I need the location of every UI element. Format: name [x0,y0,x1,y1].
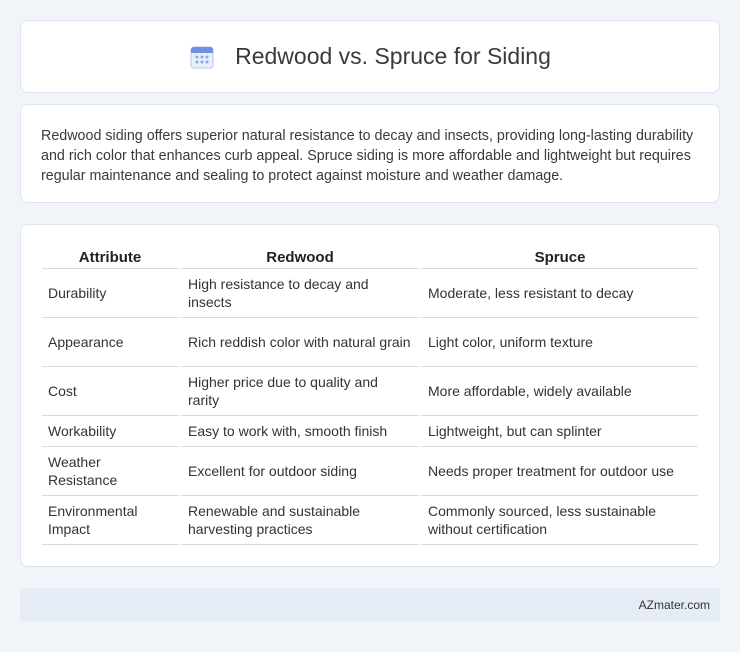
table-row: Workability Easy to work with, smooth fi… [42,416,698,447]
comparison-card: Attribute Redwood Spruce Durability High… [20,224,720,567]
table-row: Cost Higher price due to quality and rar… [42,367,698,416]
spruce-cell: Commonly sourced, less sustainable witho… [418,496,698,545]
header-redwood: Redwood [178,245,418,269]
attribute-cell: Appearance [42,318,178,367]
redwood-cell: Easy to work with, smooth finish [178,416,418,447]
table-row: Appearance Rich reddish color with natur… [42,318,698,367]
intro-card: Redwood siding offers superior natural r… [20,104,720,203]
table-row: Weather Resistance Excellent for outdoor… [42,447,698,496]
header-attribute: Attribute [42,245,178,269]
attribute-cell: Durability [42,269,178,318]
header-spruce: Spruce [418,245,698,269]
intro-text: Redwood siding offers superior natural r… [41,128,694,184]
footer-site-link[interactable]: AZmater.com [639,598,710,612]
redwood-cell: High resistance to decay and insects [178,269,418,318]
spruce-cell: Moderate, less resistant to decay [418,269,698,318]
redwood-cell: Higher price due to quality and rarity [178,367,418,416]
comparison-table: Attribute Redwood Spruce Durability High… [42,245,698,545]
table-header-row: Attribute Redwood Spruce [42,245,698,269]
spruce-cell: Light color, uniform texture [418,318,698,367]
spruce-cell: Lightweight, but can splinter [418,416,698,447]
redwood-cell: Renewable and sustainable harvesting pra… [178,496,418,545]
attribute-cell: Cost [42,367,178,416]
attribute-cell: Weather Resistance [42,447,178,496]
attribute-cell: Workability [42,416,178,447]
table-row: Environmental Impact Renewable and susta… [42,496,698,545]
table-row: Durability High resistance to decay and … [42,269,698,318]
redwood-cell: Excellent for outdoor siding [178,447,418,496]
title-card: Redwood vs. Spruce for Siding [20,20,720,93]
attribute-cell: Environmental Impact [42,496,178,545]
page-title: Redwood vs. Spruce for Siding [235,43,551,69]
redwood-cell: Rich reddish color with natural grain [178,318,418,367]
title-row: Redwood vs. Spruce for Siding [189,43,551,70]
footer-bar: AZmater.com [20,588,720,621]
spruce-cell: More affordable, widely available [418,367,698,416]
spruce-cell: Needs proper treatment for outdoor use [418,447,698,496]
calendar-icon [189,44,215,70]
